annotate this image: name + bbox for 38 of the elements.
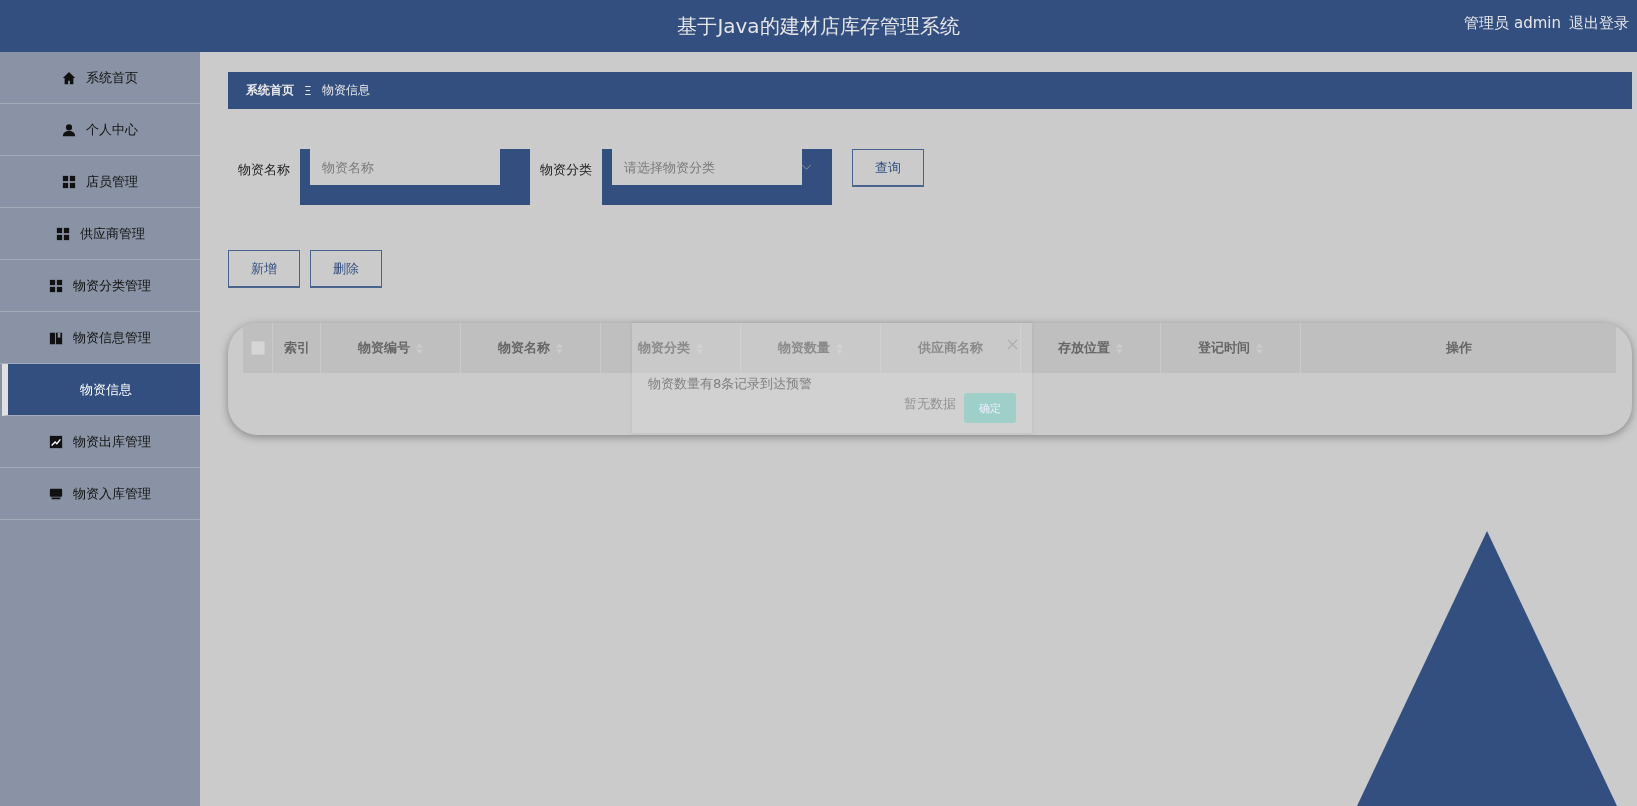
sidebar-item[interactable]: 物资信息 (2, 364, 200, 416)
sidebar-item[interactable]: 供应商管理 (0, 208, 200, 260)
grid-icon (62, 174, 76, 189)
close-icon[interactable] (1007, 339, 1018, 350)
chart-icon (49, 434, 63, 449)
empty-text: 暂无数据 (904, 395, 956, 413)
dialog-message: 物资数量有8条记录到达预警 (648, 375, 813, 393)
field-label: 物资分类 (540, 161, 592, 179)
column-header[interactable]: 物资名称 (461, 323, 601, 373)
user-label: 管理员 admin (1464, 14, 1561, 33)
book-icon (49, 330, 63, 345)
sidebar-item[interactable]: 物资分类管理 (0, 260, 200, 312)
sidebar-item[interactable]: 物资入库管理 (0, 468, 200, 520)
sidebar-item[interactable]: 系统首页 (0, 52, 200, 104)
breadcrumb-link[interactable]: 系统首页 (246, 82, 294, 99)
category-select[interactable]: 请选择物资分类 (612, 149, 802, 185)
home-icon (62, 70, 76, 85)
app-title: 基于Java的建材店库存管理系统 (677, 12, 960, 40)
user-icon (62, 122, 76, 137)
grid-icon (55, 226, 70, 241)
sidebar-item[interactable]: 物资出库管理 (0, 416, 200, 468)
breadcrumb-separator: Ξ (304, 83, 312, 98)
action-button[interactable]: 新增 (228, 250, 300, 288)
grid-icon (49, 278, 63, 293)
sidebar-item[interactable]: 店员管理 (0, 156, 200, 208)
query-button[interactable]: 查询 (852, 149, 924, 187)
breadcrumb-link[interactable]: 物资信息 (321, 82, 370, 99)
name-input[interactable]: 物资名称 (310, 149, 500, 185)
chevron-down-icon (801, 164, 812, 171)
logout-link[interactable]: 退出登录 (1569, 14, 1629, 33)
action-button[interactable]: 删除 (310, 250, 382, 288)
field-label: 物资名称 (238, 161, 290, 179)
column-header[interactable]: 登记时间 (1161, 323, 1301, 373)
sidebar-item[interactable]: 个人中心 (0, 104, 200, 156)
column-header[interactable]: 存放位置 (1021, 323, 1161, 373)
column-header[interactable]: 操作 (1301, 323, 1617, 373)
column-header[interactable]: 物资编号 (321, 323, 461, 373)
column-header[interactable]: 索引 (273, 323, 321, 373)
